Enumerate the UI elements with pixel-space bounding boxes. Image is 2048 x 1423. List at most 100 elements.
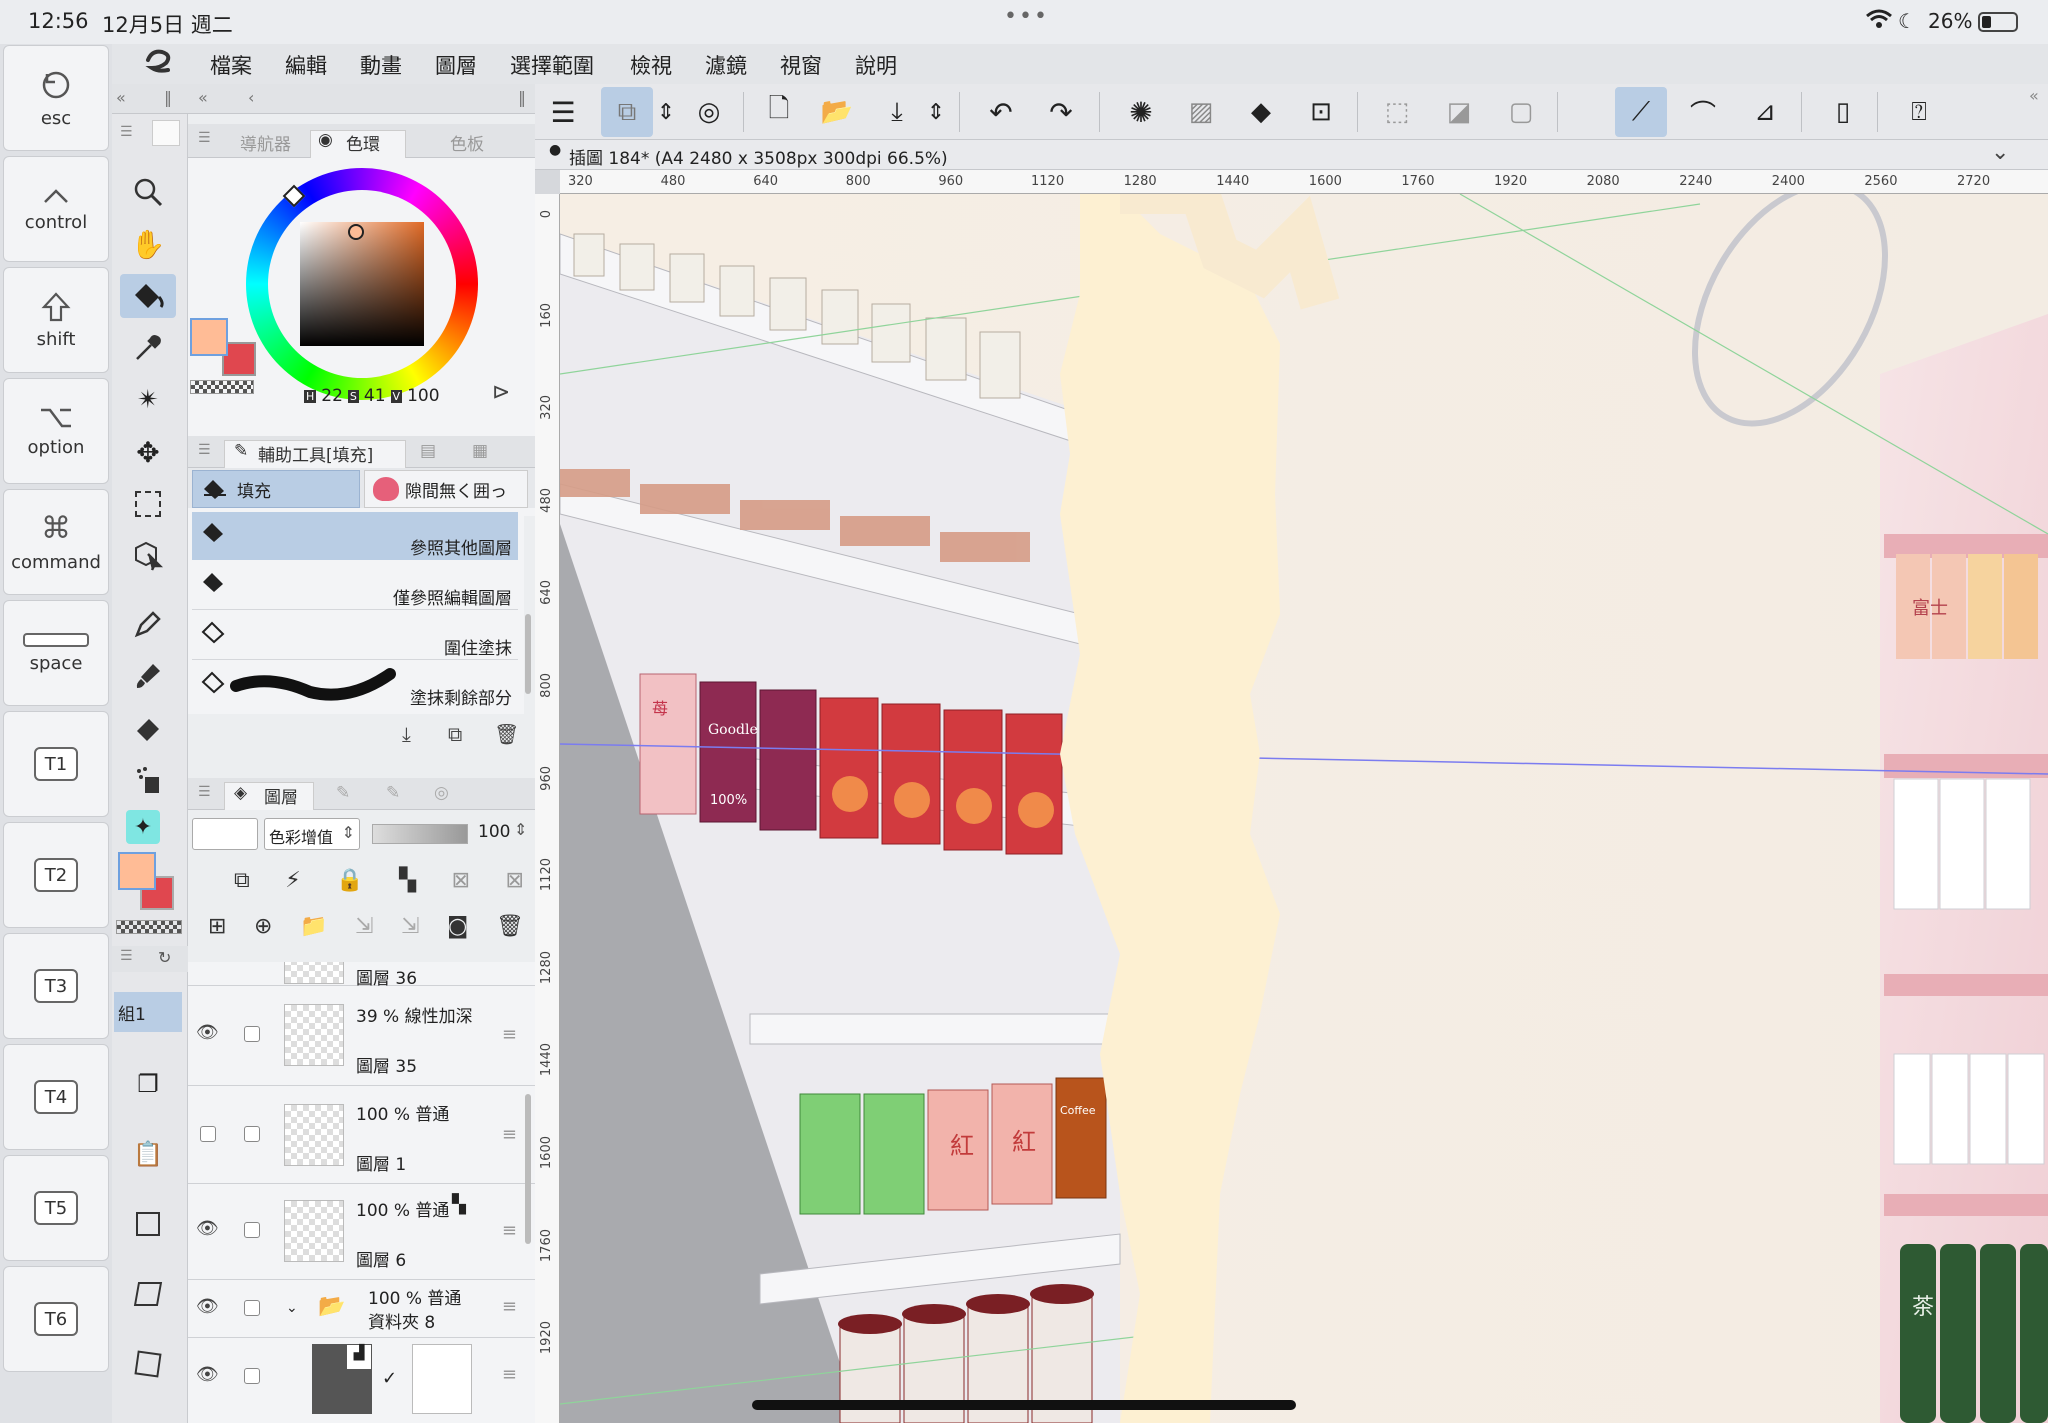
tab-layer-search-icon[interactable]: ✎ [386,783,400,803]
refresh-icon[interactable]: ↻ [158,948,171,967]
move-tool[interactable]: ✥ [120,430,176,474]
quick-access-stepper[interactable]: ⇕ [653,87,679,137]
color-mode-icon[interactable]: ⊳ [492,380,510,405]
drag-handle-icon[interactable]: ≡ [502,1364,517,1385]
selection-tool[interactable] [120,482,176,526]
t5-key[interactable]: T5 [3,1155,109,1261]
visibility-eye-icon[interactable]: 👁 [196,1218,220,1239]
new-vector-layer-icon[interactable]: ⊕ [254,914,272,944]
copy-layer-button[interactable]: ❐ [120,1062,176,1106]
import-subtool-icon[interactable]: ⤓ [402,722,411,746]
layer-scrollbar[interactable] [525,1094,531,1244]
layer-checkbox[interactable] [244,1222,260,1238]
snap-to-grid-button[interactable]: ⊿ [1739,87,1791,137]
layer-checkbox[interactable] [244,1126,260,1142]
tab-brush-size-icon[interactable]: ▦ [472,441,488,461]
transfer-lower-icon[interactable]: ⇲ [355,914,373,944]
menu-layer[interactable]: 圖層 [435,50,477,80]
saturation-value-square[interactable] [300,222,424,346]
tab-color-set[interactable]: 色板 [450,130,484,155]
deselect-button[interactable]: ⬚ [1371,87,1423,137]
lock-transparent-icon[interactable]: ▚ [399,868,416,898]
fill-selection-button[interactable]: ◆ [1235,87,1287,137]
fill-item-enclose[interactable]: 圍住塗抹 [192,612,518,660]
opacity-value[interactable]: 100 [478,822,510,842]
quick-access-button[interactable]: ⧉ [601,87,653,137]
redo-button[interactable]: ↷ [1035,87,1087,137]
show-selection-button[interactable]: ▢ [1495,87,1547,137]
new-raster-layer-icon[interactable]: ⊞ [208,914,226,944]
option-key[interactable]: option [3,378,109,484]
new-file-button[interactable]: 🗋 [753,87,805,137]
snap-to-special-ruler-button[interactable]: ⌒ [1677,87,1729,137]
undo-button[interactable]: ↶ [975,87,1027,137]
eraser-tool[interactable] [120,706,176,750]
invert-selection-button[interactable]: ◪ [1433,87,1485,137]
transparent-chip[interactable] [190,380,254,394]
drag-handle-icon[interactable]: ≡ [502,1024,517,1045]
subtool-scrollbar[interactable] [525,614,531,694]
shift-key[interactable]: shift [3,267,109,373]
merge-lower-icon[interactable]: ⇲ [401,914,419,944]
menu-filter[interactable]: 濾鏡 [705,50,747,80]
layer-row-1[interactable]: 100 % 普通 圖層 1 ≡ [188,1086,535,1184]
tool-tab-pen-icon[interactable] [152,120,180,146]
t4-key[interactable]: T4 [3,1044,109,1150]
blend-mode-select[interactable]: 色彩增值 ⇕ [264,818,360,850]
main-color-swatch[interactable] [118,852,156,890]
hand-tool[interactable]: ✋ [120,222,176,266]
subtool-menu-icon[interactable]: ☰ [198,442,211,458]
tab-navigator[interactable]: 導航器 [240,130,291,155]
decoration-tool[interactable] [120,758,176,802]
command-key[interactable]: ⌘ command [3,489,109,595]
layer-checkbox[interactable] [244,1026,260,1042]
tool-color-indicator[interactable] [116,850,186,910]
mesh-transform-button[interactable] [120,1342,176,1386]
layer-mask-icon[interactable]: ◙ [447,914,468,944]
back-icon[interactable]: ‹ [248,88,254,107]
new-folder-icon[interactable]: 📁 [300,914,327,944]
clip-lower-icon[interactable]: ⧉ [234,868,250,898]
pen-tool[interactable] [120,602,176,646]
help-button[interactable]: ⍰ [1893,87,1945,137]
clear-outside-selection-button[interactable]: ▨ [1175,87,1227,137]
color-panel-menu-icon[interactable]: ☰ [198,130,211,146]
menu-edit[interactable]: 編輯 [285,50,327,80]
menu-view[interactable]: 檢視 [630,50,672,80]
delete-subtool-icon[interactable]: 🗑 [494,722,519,746]
document-tab[interactable]: ● 插圖 184* (A4 2480 x 3508px 300dpi 66.5%… [535,140,2048,170]
layer-row-6[interactable]: 👁 100 % 普通 ▚ 圖層 6 ≡ [188,1184,535,1280]
menu-window[interactable]: 視窗 [780,50,822,80]
visibility-eye-icon[interactable]: 👁 [196,1364,220,1385]
auto-select-tool[interactable]: ✴ [120,378,176,422]
fill-item-refer-editing[interactable]: 僅參照編輯圖層 [192,562,518,610]
home-indicator[interactable] [752,1400,1296,1410]
opacity-stepper-icon[interactable]: ⇕ [514,820,527,839]
group-item-1[interactable]: 組1 [114,992,182,1032]
app-logo-icon[interactable] [142,48,176,78]
visibility-eye-icon[interactable]: 👁 [196,1296,220,1317]
layer-checkbox[interactable] [244,1300,260,1316]
fill-item-paint-unfilled[interactable]: 塗抹剩餘部分 [192,662,518,710]
tab-chevron-down-icon[interactable]: ⌄ [1991,140,2009,165]
tool-menu-icon[interactable]: ☰ [120,124,133,140]
tab-subtool[interactable]: 輔助工具[填充] [258,441,373,466]
fill-item-refer-other[interactable]: 參照其他圖層 [192,512,518,560]
esc-key[interactable]: esc [3,45,109,151]
drag-handle-icon[interactable]: ≡ [502,1124,517,1145]
collapse-panels-icon[interactable]: « [198,88,208,107]
layer-row-35[interactable]: 👁 39 % 線性加深 圖層 35 ≡ [188,986,535,1086]
collapse-right-icon[interactable]: « [2029,86,2039,105]
delete-layer-icon[interactable]: 🗑 [496,914,524,944]
blend-preview-select[interactable] [192,818,258,850]
drag-handle-icon[interactable]: ≡ [502,1220,517,1241]
t6-key[interactable]: T6 [3,1266,109,1372]
resize-grip-icon[interactable]: ‖ [164,88,172,107]
multitask-dots-icon[interactable]: ••• [1004,4,1049,29]
free-transform-button[interactable] [120,1272,176,1316]
subtool-group-fill[interactable]: 填充 [192,470,360,508]
companion-button[interactable]: ◎ [683,87,735,137]
t2-key[interactable]: T2 [3,822,109,928]
smartphone-connect-button[interactable]: ▯ [1817,87,1869,137]
folder-expand-icon[interactable]: ⌄ [286,1300,298,1316]
